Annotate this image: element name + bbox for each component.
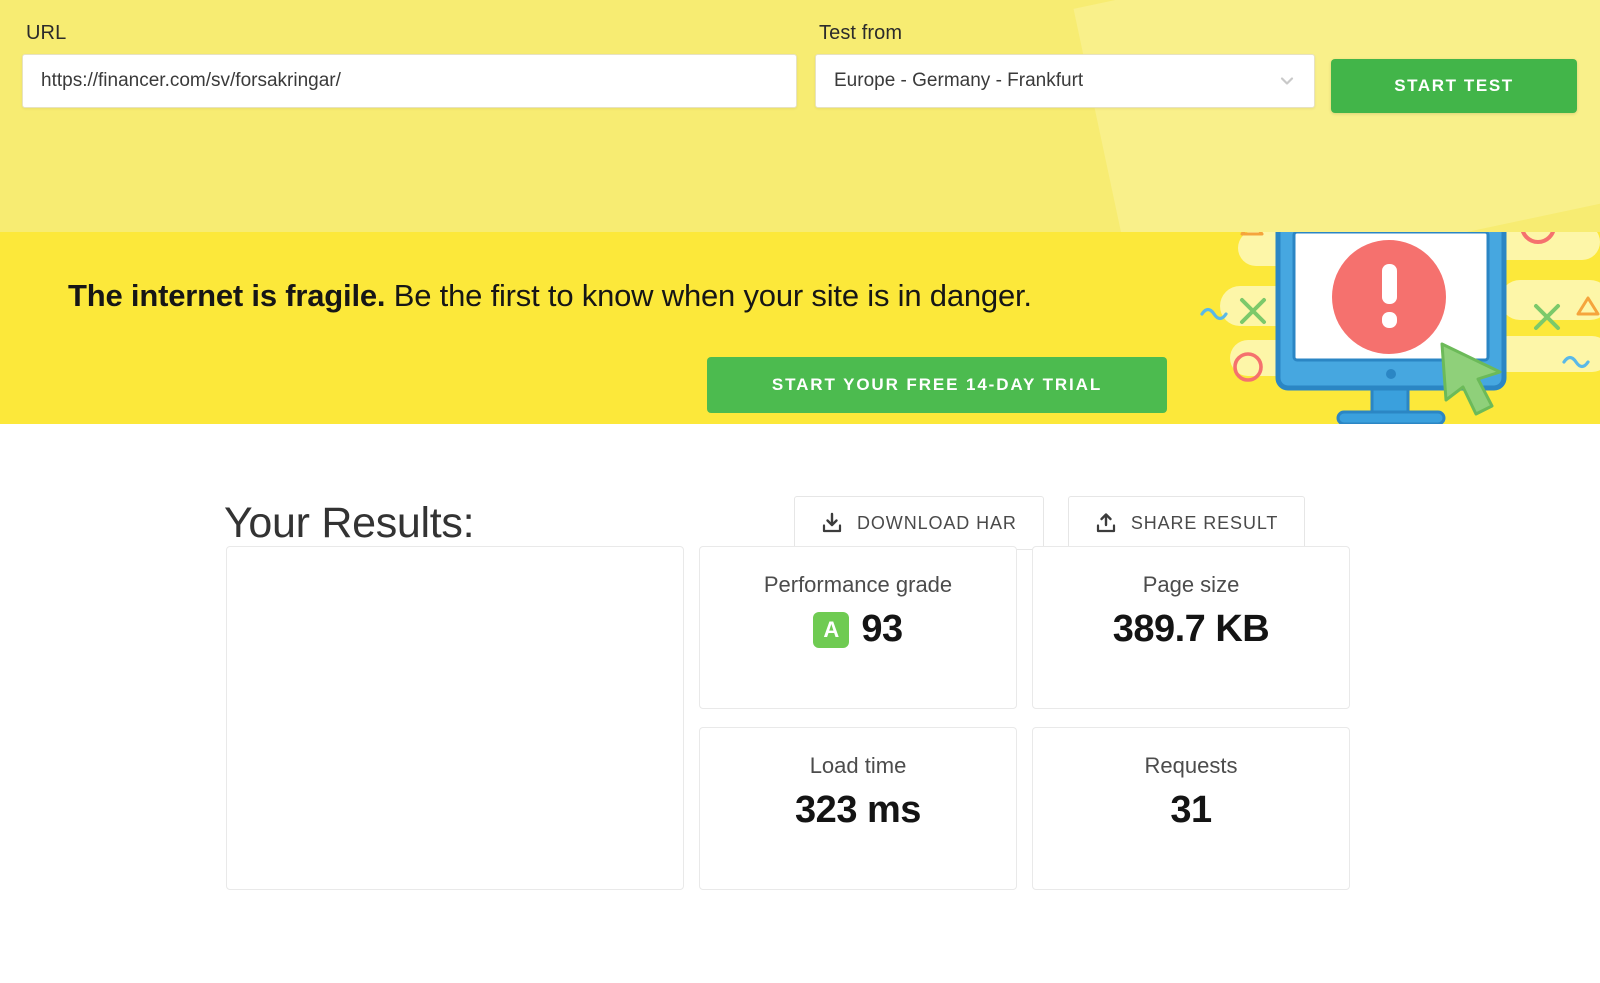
results-section: Your Results: DOWNLOAD HAR SHARE RESULT …	[0, 424, 1600, 890]
waterfall-chart-panel	[226, 546, 684, 890]
start-free-trial-button[interactable]: START YOUR FREE 14-DAY TRIAL	[707, 357, 1167, 413]
share-result-label: SHARE RESULT	[1130, 512, 1279, 533]
metric-value: 31	[1170, 789, 1212, 831]
banner-headline-rest: Be the first to know when your site is i…	[385, 278, 1032, 313]
chevron-down-icon	[1278, 72, 1296, 90]
metric-card-page-size: Page size 389.7 KB	[1032, 546, 1350, 709]
url-field-group: URL	[22, 22, 797, 108]
test-header: URL Test from Europe - Germany - Frankfu…	[0, 0, 1600, 232]
metric-cards: Performance grade A 93 Page size 389.7 K…	[699, 546, 1350, 890]
start-test-button[interactable]: START TEST	[1331, 59, 1577, 113]
metric-label: Load time	[809, 753, 907, 778]
metric-label: Requests	[1144, 753, 1238, 778]
metric-value: 389.7 KB	[1112, 608, 1270, 650]
download-har-button[interactable]: DOWNLOAD HAR	[794, 496, 1044, 550]
promo-banner: The internet is fragile. Be the first to…	[0, 232, 1600, 424]
share-icon	[1095, 512, 1117, 534]
metric-label: Page size	[1142, 572, 1240, 597]
banner-headline: The internet is fragile. Be the first to…	[68, 278, 1032, 314]
location-field-group: Test from Europe - Germany - Frankfurt	[815, 22, 1315, 108]
metric-card-load-time: Load time 323 ms	[699, 727, 1017, 890]
test-from-value: Europe - Germany - Frankfurt	[834, 70, 1084, 91]
results-header-row: Your Results: DOWNLOAD HAR SHARE RESULT	[0, 424, 1600, 550]
test-from-select[interactable]: Europe - Germany - Frankfurt	[815, 54, 1315, 108]
test-from-label: Test from	[819, 22, 903, 44]
performance-grade-number: 93	[861, 608, 903, 650]
result-actions: DOWNLOAD HAR SHARE RESULT	[794, 496, 1306, 550]
metric-value: 323 ms	[795, 789, 921, 831]
metric-card-performance-grade: Performance grade A 93	[699, 546, 1017, 709]
page-title: Your Results:	[224, 498, 475, 547]
results-grid: Performance grade A 93 Page size 389.7 K…	[0, 546, 1600, 890]
status-badge: A	[813, 611, 850, 648]
download-icon	[821, 512, 843, 534]
metric-value: A 93	[813, 608, 903, 651]
metric-card-requests: Requests 31	[1032, 727, 1350, 890]
download-har-label: DOWNLOAD HAR	[857, 512, 1017, 533]
share-result-button[interactable]: SHARE RESULT	[1067, 496, 1306, 550]
metric-label: Performance grade	[763, 572, 953, 597]
banner-headline-bold: The internet is fragile.	[68, 278, 386, 313]
url-label: URL	[26, 22, 67, 44]
url-input[interactable]	[22, 54, 797, 108]
monitor-alert-illustration	[1180, 232, 1600, 424]
